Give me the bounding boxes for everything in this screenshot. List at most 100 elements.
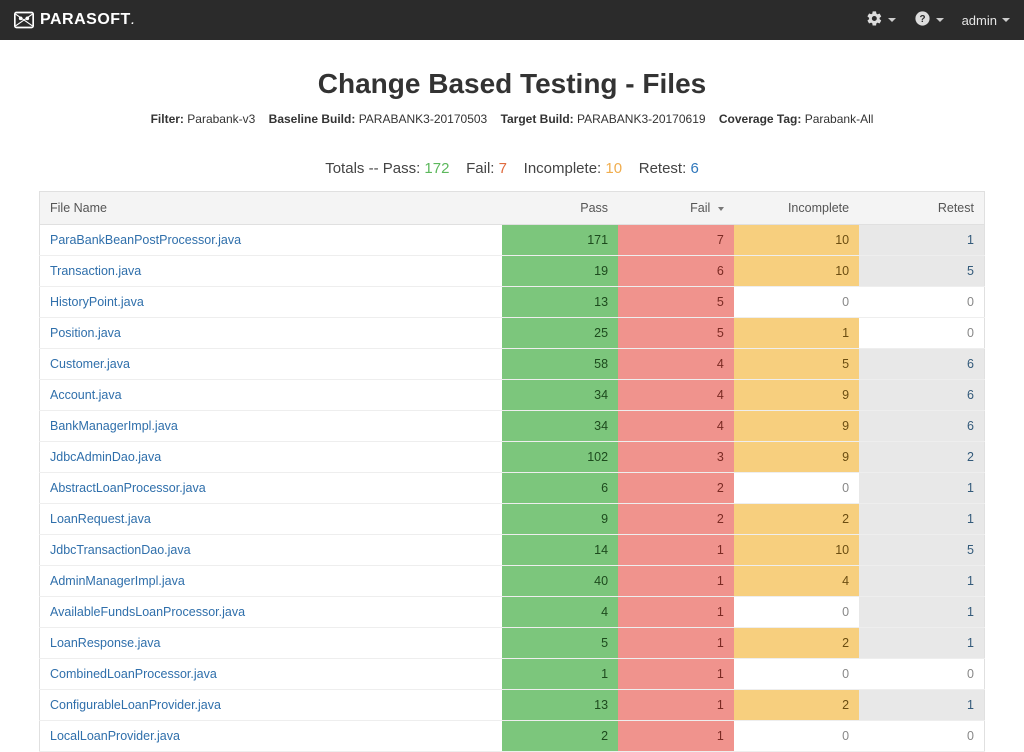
table-row: BankManagerImpl.java34496 <box>40 411 985 442</box>
pass-cell: 13 <box>502 287 618 318</box>
file-cell: LoanRequest.java <box>40 504 503 535</box>
file-link[interactable]: AvailableFundsLoanProcessor.java <box>50 605 245 619</box>
file-link[interactable]: BankManagerImpl.java <box>50 419 178 433</box>
pass-cell: 34 <box>502 411 618 442</box>
file-link[interactable]: AdminManagerImpl.java <box>50 574 185 588</box>
table-row: JdbcTransactionDao.java141105 <box>40 535 985 566</box>
help-icon: ? <box>914 10 931 30</box>
file-link[interactable]: LoanResponse.java <box>50 636 161 650</box>
target-label: Target Build: <box>501 112 574 126</box>
retest-cell: 5 <box>859 535 984 566</box>
table-row: ConfigurableLoanProvider.java13121 <box>40 690 985 721</box>
retest-cell: 0 <box>859 318 984 349</box>
retest-cell: 1 <box>859 504 984 535</box>
file-link[interactable]: JdbcTransactionDao.java <box>50 543 191 557</box>
pass-cell: 34 <box>502 380 618 411</box>
pass-cell: 4 <box>502 597 618 628</box>
file-cell: Account.java <box>40 380 503 411</box>
fail-cell: 1 <box>618 628 734 659</box>
incomplete-cell: 9 <box>734 442 859 473</box>
retest-cell: 6 <box>859 380 984 411</box>
file-cell: Transaction.java <box>40 256 503 287</box>
help-menu[interactable]: ? <box>914 10 944 30</box>
baseline-label: Baseline Build: <box>269 112 356 126</box>
svg-text:?: ? <box>919 14 925 25</box>
incomplete-total-label: Incomplete: <box>524 160 602 177</box>
totals-prefix: Totals -- <box>325 160 378 177</box>
fail-cell: 1 <box>618 566 734 597</box>
file-link[interactable]: Customer.java <box>50 357 130 371</box>
file-link[interactable]: LoanRequest.java <box>50 512 151 526</box>
file-cell: AbstractLoanProcessor.java <box>40 473 503 504</box>
fail-cell: 1 <box>618 659 734 690</box>
table-row: LoanRequest.java9221 <box>40 504 985 535</box>
file-cell: HistoryPoint.java <box>40 287 503 318</box>
col-header-fail[interactable]: Fail <box>618 192 734 225</box>
retest-cell: 1 <box>859 597 984 628</box>
retest-cell: 0 <box>859 721 984 752</box>
fail-cell: 7 <box>618 225 734 256</box>
fail-cell: 2 <box>618 473 734 504</box>
user-menu[interactable]: admin <box>962 13 1010 28</box>
incomplete-cell: 0 <box>734 597 859 628</box>
incomplete-cell: 0 <box>734 473 859 504</box>
pass-cell: 19 <box>502 256 618 287</box>
table-row: AdminManagerImpl.java40141 <box>40 566 985 597</box>
file-link[interactable]: Transaction.java <box>50 264 141 278</box>
file-cell: BankManagerImpl.java <box>40 411 503 442</box>
incomplete-cell: 10 <box>734 225 859 256</box>
file-link[interactable]: AbstractLoanProcessor.java <box>50 481 206 495</box>
fail-cell: 1 <box>618 721 734 752</box>
retest-cell: 0 <box>859 287 984 318</box>
retest-cell: 0 <box>859 659 984 690</box>
navbar-right: ? admin <box>866 10 1010 30</box>
file-cell: CombinedLoanProcessor.java <box>40 659 503 690</box>
file-cell: LocalLoanProvider.java <box>40 721 503 752</box>
file-cell: ParaBankBeanPostProcessor.java <box>40 225 503 256</box>
incomplete-cell: 1 <box>734 318 859 349</box>
table-row: AvailableFundsLoanProcessor.java4101 <box>40 597 985 628</box>
pass-cell: 58 <box>502 349 618 380</box>
file-link[interactable]: Account.java <box>50 388 122 402</box>
pass-cell: 14 <box>502 535 618 566</box>
col-header-pass[interactable]: Pass <box>502 192 618 225</box>
retest-cell: 6 <box>859 411 984 442</box>
brand-text: PARASOFT. <box>40 11 136 29</box>
chevron-down-icon <box>888 18 896 22</box>
col-header-incomplete[interactable]: Incomplete <box>734 192 859 225</box>
coverage-label: Coverage Tag: <box>719 112 801 126</box>
incomplete-cell: 0 <box>734 721 859 752</box>
file-link[interactable]: JdbcAdminDao.java <box>50 450 161 464</box>
file-link[interactable]: Position.java <box>50 326 121 340</box>
incomplete-cell: 0 <box>734 659 859 690</box>
incomplete-cell: 2 <box>734 690 859 721</box>
table-row: Customer.java58456 <box>40 349 985 380</box>
logo-icon <box>14 11 34 29</box>
file-link[interactable]: HistoryPoint.java <box>50 295 144 309</box>
filter-label: Filter: <box>151 112 184 126</box>
retest-cell: 5 <box>859 256 984 287</box>
file-cell: ConfigurableLoanProvider.java <box>40 690 503 721</box>
pass-cell: 5 <box>502 628 618 659</box>
retest-cell: 1 <box>859 690 984 721</box>
file-cell: LoanResponse.java <box>40 628 503 659</box>
table-row: JdbcAdminDao.java102392 <box>40 442 985 473</box>
file-link[interactable]: LocalLoanProvider.java <box>50 729 180 743</box>
settings-menu[interactable] <box>866 10 896 30</box>
page-title: Change Based Testing - Files <box>39 68 985 100</box>
pass-cell: 171 <box>502 225 618 256</box>
col-header-file[interactable]: File Name <box>40 192 503 225</box>
incomplete-cell: 9 <box>734 411 859 442</box>
fail-cell: 3 <box>618 442 734 473</box>
user-label: admin <box>962 13 997 28</box>
navbar: PARASOFT. ? admin <box>0 0 1024 40</box>
file-link[interactable]: CombinedLoanProcessor.java <box>50 667 217 681</box>
pass-total-label: Pass: <box>383 160 421 177</box>
brand[interactable]: PARASOFT. <box>14 11 136 29</box>
file-cell: AvailableFundsLoanProcessor.java <box>40 597 503 628</box>
pass-cell: 25 <box>502 318 618 349</box>
file-link[interactable]: ConfigurableLoanProvider.java <box>50 698 221 712</box>
pass-cell: 2 <box>502 721 618 752</box>
file-link[interactable]: ParaBankBeanPostProcessor.java <box>50 233 241 247</box>
col-header-retest[interactable]: Retest <box>859 192 984 225</box>
